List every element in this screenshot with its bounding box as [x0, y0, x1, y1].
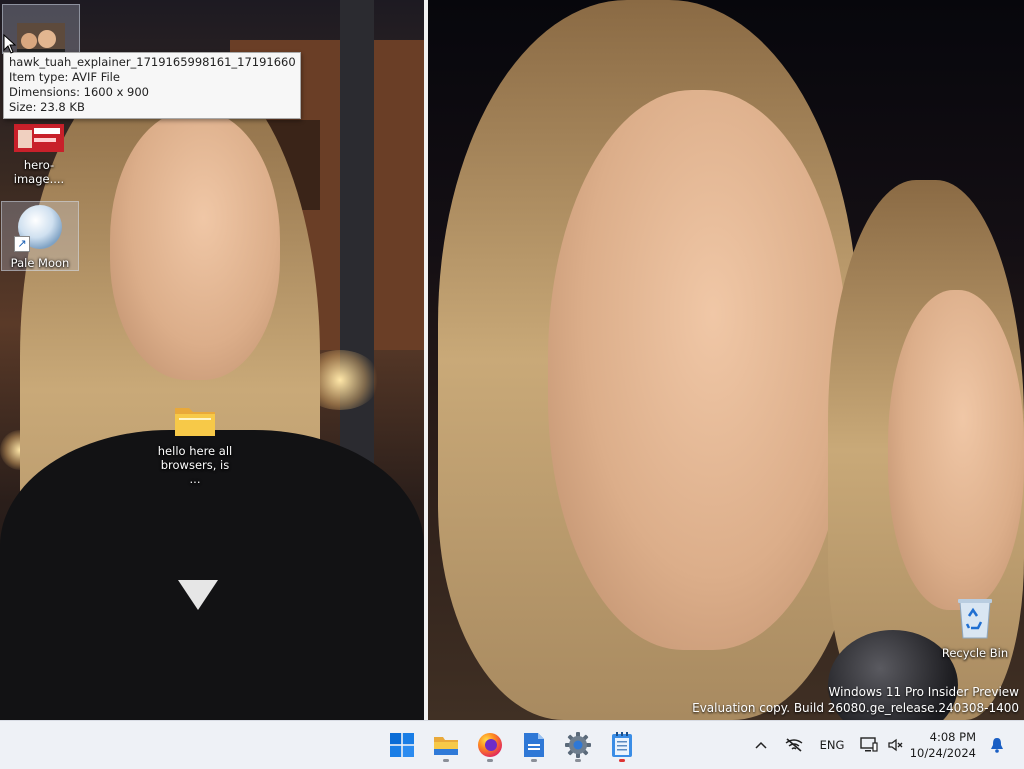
- windows-evaluation-watermark: Windows 11 Pro Insider Preview Evaluatio…: [692, 684, 1019, 716]
- tooltip-file-name: hawk_tuah_explainer_1719165998161_171916…: [9, 55, 295, 69]
- desktop-icon-label: Pale Moon: [10, 256, 70, 270]
- desktop-icon-pale-moon[interactable]: ↗ Pale Moon: [1, 201, 79, 271]
- taskbar-document-app[interactable]: [516, 727, 552, 763]
- desktop-icon-label-line1: hello here all: [157, 444, 233, 458]
- show-hidden-icons-button[interactable]: [750, 721, 772, 769]
- gear-icon: [565, 732, 591, 758]
- notifications-button[interactable]: [986, 721, 1008, 769]
- taskbar: ENG 4:08 PM 10/24/2024: [0, 720, 1024, 769]
- volume-off-icon: [888, 738, 903, 752]
- running-indicator: [531, 759, 537, 762]
- desktop-icon-hero-image[interactable]: hero-image....: [1, 124, 77, 186]
- network-off-icon: [785, 738, 803, 752]
- running-indicator: [443, 759, 449, 762]
- running-indicator: [487, 759, 493, 762]
- clock-button[interactable]: 4:08 PM 10/24/2024: [910, 729, 976, 761]
- tooltip-item-type: Item type: AVIF File: [9, 70, 120, 84]
- start-button[interactable]: [384, 727, 420, 763]
- watermark-edition: Windows 11 Pro Insider Preview: [828, 685, 1019, 699]
- running-indicator: [575, 759, 581, 762]
- taskbar-file-explorer[interactable]: [428, 727, 464, 763]
- desktop-icon-label: hero-image....: [13, 158, 65, 186]
- desktop-icon-label-line2: browsers, is ...: [160, 458, 230, 486]
- firefox-icon: [478, 733, 502, 757]
- taskbar-firefox[interactable]: [472, 727, 508, 763]
- recycle-bin-icon: [958, 599, 992, 639]
- desktop-icon-recycle-bin[interactable]: Recycle Bin: [937, 596, 1013, 660]
- network-status-button[interactable]: [782, 721, 806, 769]
- input-language-button[interactable]: ENG: [814, 721, 850, 769]
- chevron-up-icon: [755, 741, 767, 749]
- desktop-icon-folder[interactable]: hello here all browsers, is ...: [156, 402, 234, 486]
- windows-logo-icon: [390, 733, 414, 757]
- clock-time: 4:08 PM: [929, 730, 976, 744]
- taskbar-notepad[interactable]: [604, 727, 640, 763]
- shortcut-arrow-icon: ↗: [14, 236, 30, 252]
- display-icon: [860, 737, 878, 752]
- display-button[interactable]: [858, 721, 880, 769]
- taskbar-settings[interactable]: [560, 727, 596, 763]
- notepad-icon: [612, 732, 632, 757]
- document-icon: [524, 733, 544, 757]
- clock-date: 10/24/2024: [909, 746, 976, 760]
- desktop-icon-label: Recycle Bin: [941, 646, 1009, 660]
- running-indicator: [619, 759, 625, 762]
- bell-icon: [991, 738, 1003, 753]
- folder-icon: [434, 737, 458, 755]
- watermark-build: Evaluation copy. Build 26080.ge_release.…: [692, 701, 1019, 715]
- tooltip-size: Size: 23.8 KB: [9, 100, 85, 114]
- image-thumbnail-icon: [14, 124, 64, 152]
- volume-muted-button[interactable]: [884, 721, 906, 769]
- file-info-tooltip: hawk_tuah_explainer_1719165998161_171916…: [3, 52, 301, 119]
- wallpaper-photo-right: [428, 0, 1024, 720]
- mouse-cursor-icon: [3, 34, 17, 54]
- folder-icon: [175, 408, 215, 436]
- tooltip-dimensions: Dimensions: 1600 x 900: [9, 85, 149, 99]
